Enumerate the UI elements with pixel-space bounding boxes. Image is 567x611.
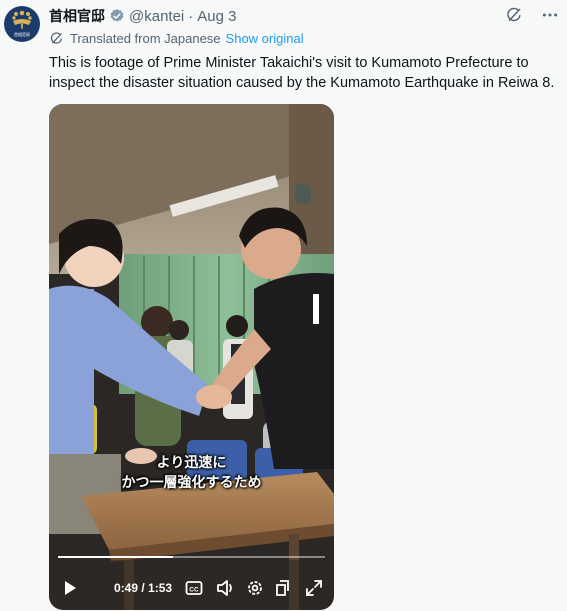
avatar[interactable]: 首相官邸 xyxy=(4,6,40,42)
video-time: 0:49 / 1:53 xyxy=(114,581,173,595)
download-icon[interactable] xyxy=(274,578,294,603)
video-controls: 0:49 / 1:53 CC xyxy=(49,574,334,604)
progress-fill xyxy=(58,556,173,558)
settings-icon[interactable] xyxy=(245,578,265,603)
translation-bar: Translated from Japanese Show original xyxy=(49,31,304,46)
post-date[interactable]: Aug 3 xyxy=(197,8,236,25)
fullscreen-icon[interactable] xyxy=(304,578,324,603)
captions-icon[interactable]: CC xyxy=(185,578,203,603)
translated-label: Translated from Japanese xyxy=(70,31,221,46)
grok-icon[interactable] xyxy=(505,6,523,28)
tweet-text: This is footage of Prime Minister Takaic… xyxy=(49,55,555,91)
paulownia-emblem-icon xyxy=(12,10,32,29)
separator-dot: · xyxy=(188,7,194,25)
verified-badge-icon xyxy=(109,8,125,24)
progress-bar[interactable] xyxy=(58,556,325,558)
subtitle-line-1: より迅速に xyxy=(156,455,227,471)
handle[interactable]: @kantei xyxy=(129,8,184,25)
svg-text:CC: CC xyxy=(189,587,199,594)
display-name[interactable]: 首相官邸 xyxy=(49,6,105,26)
tweet-header: 首相官邸 @kantei · Aug 3 xyxy=(49,6,559,26)
show-original-link[interactable]: Show original xyxy=(226,31,304,46)
avatar-caption: 首相官邸 xyxy=(14,32,30,37)
translate-icon xyxy=(49,31,64,46)
subtitle-line-2: かつ一層強化するため xyxy=(121,475,262,491)
video-player[interactable]: より迅速に かつ一層強化するため 0:49 / 1:53 CC xyxy=(49,104,334,610)
more-icon[interactable] xyxy=(541,6,559,28)
volume-icon[interactable] xyxy=(215,578,235,603)
video-frame xyxy=(49,104,334,610)
play-icon[interactable] xyxy=(61,578,79,603)
